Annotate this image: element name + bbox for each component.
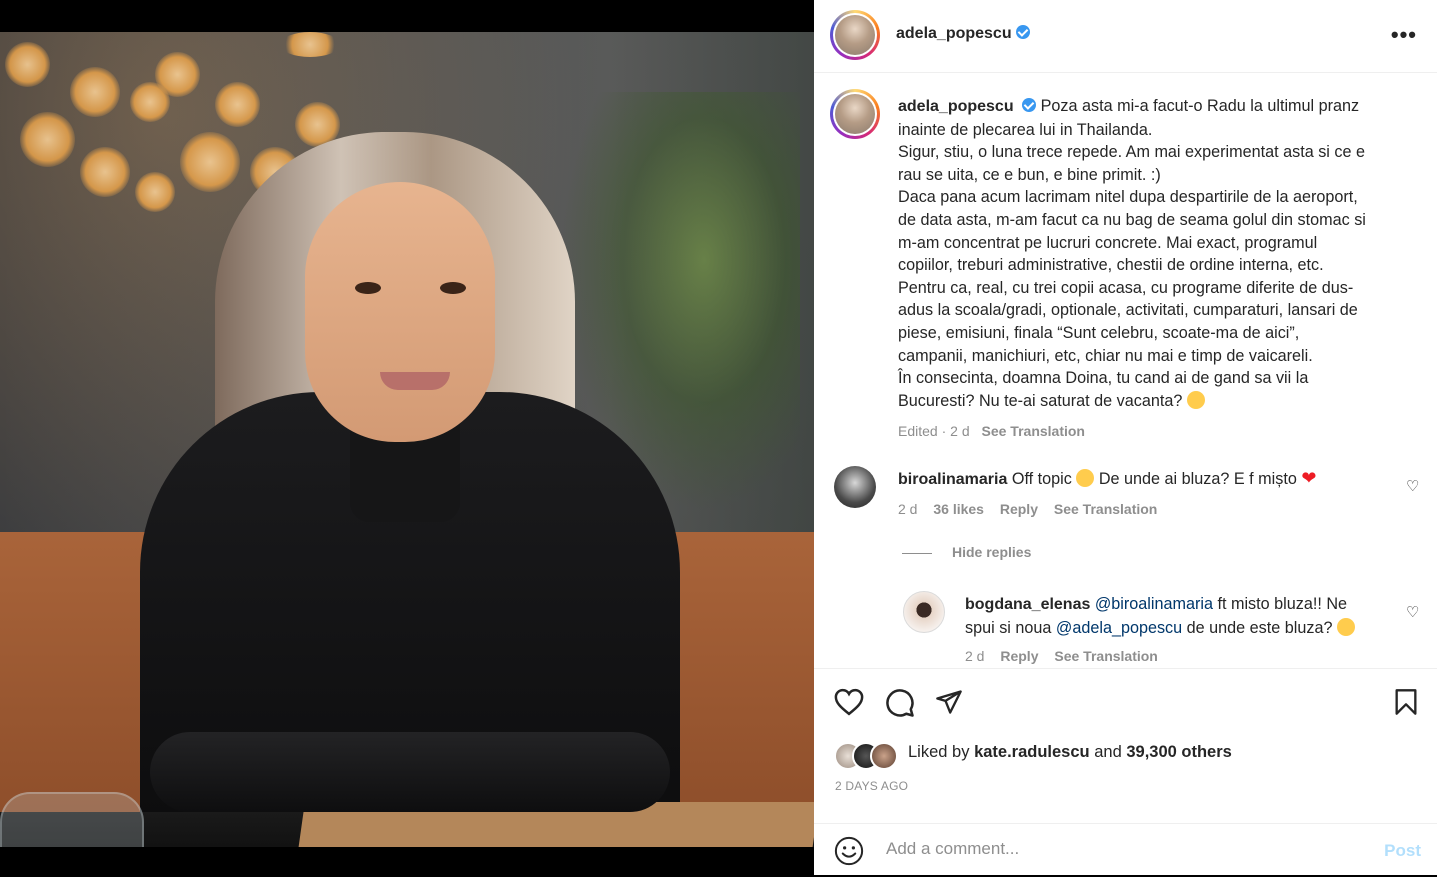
- comment-reply-button[interactable]: Reply: [1000, 501, 1038, 517]
- post-timestamp[interactable]: 2 DAYS AGO: [835, 779, 908, 793]
- replies-divider: [902, 553, 932, 554]
- caption-line: Pentru ca, real, cu trei copii acasa, cu…: [898, 278, 1354, 297]
- caption-avatar[interactable]: [830, 89, 880, 139]
- caption-edited-time: Edited · 2 d: [898, 423, 970, 440]
- add-comment-input[interactable]: [884, 838, 1348, 860]
- like-heart-icon[interactable]: [834, 688, 864, 716]
- comment-likes[interactable]: 36 likes: [933, 501, 984, 517]
- reply: bogdana_elenas @biroalinamaria ft misto …: [965, 593, 1405, 639]
- more-options-icon[interactable]: •••: [1391, 22, 1417, 48]
- caption-line: de data asta, m-am facut ca nu bag de se…: [898, 210, 1366, 229]
- glass: [0, 792, 144, 847]
- caption-line: inainte de plecarea lui in Thailanda.: [898, 120, 1153, 139]
- caption-line: m-am concentrat pe lucruri concrete. Mai…: [898, 233, 1318, 252]
- caption-line: rau se uita, ce e bun, e bine primit. :): [898, 165, 1161, 184]
- caption: adela_popescu Poza asta mi-a facut-o Radu…: [898, 95, 1413, 443]
- add-comment-bar: Post: [814, 823, 1437, 877]
- likes-others[interactable]: 39,300 others: [1126, 743, 1231, 761]
- caption-line: Bucuresti? Nu te-ai saturat de vacanta?: [898, 391, 1183, 410]
- reply-mention[interactable]: @adela_popescu: [1056, 619, 1182, 637]
- caption-line: Sigur, stiu, o luna trece repede. Am mai…: [898, 143, 1365, 162]
- lips: [380, 372, 450, 390]
- caption-line: Daca pana acum lacrimam nitel dupa despa…: [898, 188, 1358, 207]
- reply-see-translation[interactable]: See Translation: [1054, 648, 1157, 664]
- crossed-arms: [150, 732, 670, 812]
- reply-time: 2 d: [965, 648, 985, 664]
- liker-avatar: [870, 742, 898, 770]
- sweat-smile-emoji-icon: [1186, 390, 1205, 409]
- comment: biroalinamaria Off topic De unde ai bluz…: [898, 468, 1378, 489]
- reply-username[interactable]: bogdana_elenas: [965, 596, 1090, 613]
- comments-scroll-area[interactable]: adela_popescu Poza asta mi-a facut-o Radu…: [814, 73, 1437, 667]
- post-header: adela_popescu •••: [814, 0, 1437, 73]
- comment-time: 2 d: [898, 501, 918, 517]
- save-bookmark-icon[interactable]: [1394, 688, 1418, 716]
- caption-line: În consecinta, doamna Doina, tu cand ai …: [898, 369, 1309, 388]
- caption-username[interactable]: adela_popescu: [898, 98, 1014, 115]
- face: [305, 182, 495, 442]
- post-image[interactable]: [0, 32, 814, 847]
- right-eye: [440, 282, 466, 294]
- reply-mention[interactable]: @biroalinamaria: [1095, 595, 1213, 613]
- reply-reply-button[interactable]: Reply: [1000, 648, 1038, 664]
- reply-text: ft misto bluza!! Ne: [1217, 595, 1348, 613]
- post-comment-button[interactable]: Post: [1384, 841, 1421, 861]
- commenter-avatar[interactable]: [834, 466, 876, 508]
- likes-summary: Liked by kate.radulescu and 39,300 other…: [908, 743, 1232, 762]
- reply-text: de unde este bluza?: [1186, 618, 1333, 637]
- comment-text: De unde ai bluza? E f mișto: [1098, 470, 1297, 488]
- left-eye: [355, 282, 381, 294]
- like-comment-heart-icon[interactable]: ♡: [1406, 477, 1420, 495]
- comment-username[interactable]: biroalinamaria: [898, 471, 1007, 488]
- post-actions: Liked by kate.radulescu and 39,300 other…: [814, 668, 1437, 876]
- caption-line: piese, emisiuni, finala “Sunt celebru, s…: [898, 323, 1300, 342]
- likes-prefix: Liked by: [908, 743, 970, 761]
- likes-user[interactable]: kate.radulescu: [974, 743, 1090, 761]
- comment-see-translation[interactable]: See Translation: [1054, 501, 1157, 517]
- red-heart-emoji-icon: ❤: [1301, 468, 1317, 488]
- share-paper-plane-icon[interactable]: [934, 688, 964, 716]
- verified-badge-icon: [1021, 98, 1036, 112]
- caption-line: Poza asta mi-a facut-o Radu la ultimul p…: [1040, 97, 1360, 115]
- post-panel: adela_popescu ••• adela_popescu Poza asta…: [814, 0, 1437, 875]
- reply-text: spui si noua: [965, 618, 1052, 637]
- verified-badge-icon: [1015, 25, 1030, 39]
- caption-see-translation[interactable]: See Translation: [982, 423, 1085, 439]
- comment-bubble-icon[interactable]: [885, 688, 915, 718]
- author-username[interactable]: adela_popescu: [896, 25, 1012, 42]
- emoji-smiley-icon[interactable]: [834, 836, 864, 866]
- like-reply-heart-icon[interactable]: ♡: [1406, 603, 1420, 621]
- reply-avatar[interactable]: [903, 591, 945, 633]
- author-avatar[interactable]: [830, 10, 880, 60]
- likes-and: and: [1094, 743, 1122, 761]
- likers-avatars[interactable]: [834, 740, 904, 770]
- caption-line: copiilor, treburi administrative, chesti…: [898, 256, 1324, 275]
- caption-line: adus la scoala/gradi, optionale, activit…: [898, 301, 1358, 320]
- hide-replies-button[interactable]: Hide replies: [952, 544, 1031, 560]
- grin-emoji-icon: [1076, 469, 1095, 487]
- caption-line: campanii, manichiuri, etc, chiar nu mai …: [898, 346, 1313, 365]
- comment-text: Off topic: [1011, 470, 1072, 488]
- grin-emoji-icon: [1336, 617, 1355, 636]
